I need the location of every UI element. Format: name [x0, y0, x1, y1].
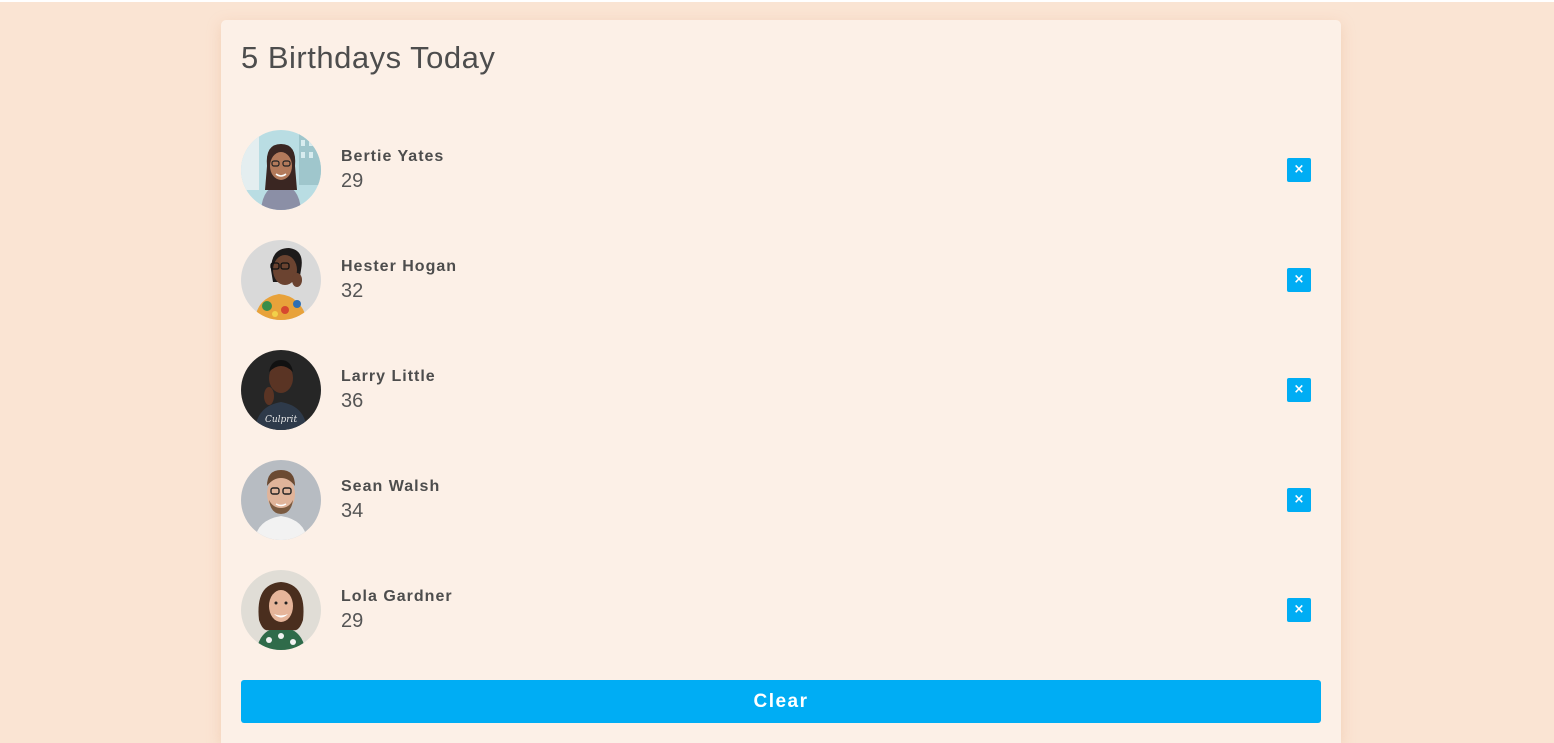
- top-border: [0, 0, 1554, 2]
- person-name: Lola Gardner: [341, 588, 453, 605]
- person-name: Larry Little: [341, 368, 436, 385]
- person-info: Lola Gardner 29: [341, 587, 453, 634]
- avatar: [241, 240, 321, 320]
- list-item: Culprit Larry Little 36 ×: [241, 350, 1321, 460]
- avatar: [241, 460, 321, 540]
- list-item: Bertie Yates 29 ×: [241, 130, 1321, 240]
- person-age: 36: [341, 390, 364, 412]
- person-name: Hester Hogan: [341, 258, 458, 275]
- list-item: Hester Hogan 32 ×: [241, 240, 1321, 350]
- avatar: Culprit: [241, 350, 321, 430]
- page-title: 5 Birthdays Today: [241, 40, 496, 75]
- person-age: 29: [341, 610, 364, 632]
- list-item: Sean Walsh 34 ×: [241, 460, 1321, 570]
- remove-button[interactable]: ×: [1287, 378, 1311, 402]
- person-info: Bertie Yates 29: [341, 147, 444, 194]
- remove-button[interactable]: ×: [1287, 598, 1311, 622]
- person-age: 32: [341, 280, 364, 302]
- people-list: Bertie Yates 29 × Hester Hogan 32 × Culp…: [241, 130, 1321, 680]
- avatar: [241, 570, 321, 650]
- person-age: 34: [341, 500, 364, 522]
- person-name: Bertie Yates: [341, 148, 445, 165]
- clear-button[interactable]: Clear: [241, 680, 1321, 723]
- person-age: 29: [341, 170, 364, 192]
- person-info: Sean Walsh 34: [341, 477, 440, 524]
- list-item: Lola Gardner 29 ×: [241, 570, 1321, 680]
- remove-button[interactable]: ×: [1287, 268, 1311, 292]
- remove-button[interactable]: ×: [1287, 488, 1311, 512]
- person-info: Hester Hogan 32: [341, 257, 457, 304]
- avatar: [241, 130, 321, 210]
- birthday-card: 5 Birthdays Today Bertie Yates 29 × Hest…: [221, 20, 1341, 743]
- person-name: Sean Walsh: [341, 478, 441, 495]
- svg-text:Culprit: Culprit: [265, 415, 298, 425]
- person-info: Larry Little 36: [341, 367, 436, 414]
- remove-button[interactable]: ×: [1287, 158, 1311, 182]
